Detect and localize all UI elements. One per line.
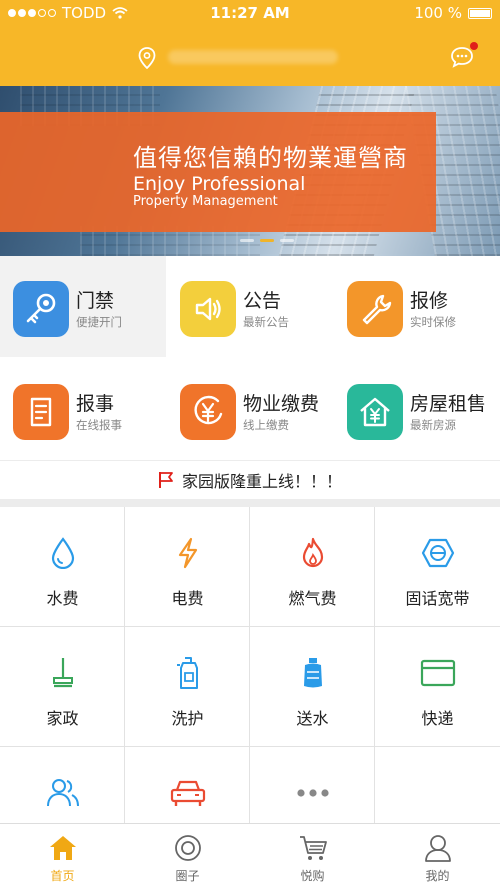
tab-label: 我的 [425, 869, 450, 883]
feature-access-control[interactable]: 门禁 便捷开门 [0, 256, 166, 357]
service-broadband[interactable]: 固话宽带 [375, 507, 500, 627]
card-icon [420, 659, 455, 687]
house-yen-icon [347, 384, 403, 440]
feature-announcement[interactable]: 公告 最新公告 [167, 256, 333, 357]
car-icon [170, 780, 205, 806]
feature-report[interactable]: 报事 在线报事 [0, 359, 166, 460]
service-express[interactable]: 快递 [375, 627, 500, 747]
main-features: 门禁 便捷开门 公告 最新公告 报修 实时保修 报事 在线报事 物业缴费 线上缴… [0, 256, 500, 460]
feature-subtitle: 在线报事 [76, 418, 122, 432]
banner-title-en: Enjoy Professional [133, 173, 306, 195]
service-label: 洗护 [171, 709, 204, 728]
notice-text: 家园版隆重上线！！！ [181, 472, 342, 491]
mop-icon [52, 658, 73, 688]
feature-repair[interactable]: 报修 实时保修 [334, 256, 500, 357]
tab-circle[interactable]: 圈子 [125, 824, 250, 889]
service-label: 快递 [421, 709, 454, 728]
service-label: 电费 [171, 589, 204, 608]
feature-subtitle: 便捷开门 [76, 315, 122, 329]
document-icon [13, 384, 69, 440]
service-water-delivery[interactable]: 送水 [250, 627, 375, 747]
feature-subtitle: 最新房源 [410, 418, 456, 432]
feature-housing[interactable]: 房屋租售 最新房源 [334, 359, 500, 460]
water-drop-icon [51, 537, 74, 569]
battery-icon [468, 7, 492, 19]
feature-title: 物业缴费 [243, 393, 320, 415]
feature-title: 报修 [410, 290, 449, 312]
service-label: 水费 [46, 589, 79, 608]
service-electricity-fee[interactable]: 电费 [125, 507, 250, 627]
feature-subtitle: 线上缴费 [243, 418, 289, 432]
services-grid: 水费 电费 燃气费 固话宽带 家政 洗护 送水 快递 [0, 507, 500, 867]
service-water-fee[interactable]: 水费 [0, 507, 125, 627]
user-icon [424, 835, 451, 862]
status-bar: TODD 11:27 AM 100 % [0, 0, 500, 26]
banner-subtitle-en: Property Management [133, 194, 278, 209]
tab-bar: 首页 圈子 悦购 我的 [0, 823, 500, 889]
message-icon[interactable] [450, 46, 474, 68]
wrench-icon [347, 281, 403, 337]
service-label: 家政 [46, 709, 79, 728]
battery-percent: 100 % [414, 4, 462, 22]
feature-title: 报事 [76, 393, 115, 415]
service-housekeeping[interactable]: 家政 [0, 627, 125, 747]
circle-icon [174, 835, 201, 861]
home-icon [49, 836, 76, 860]
tab-label: 悦购 [300, 869, 325, 883]
flame-icon [302, 537, 323, 568]
tab-shop[interactable]: 悦购 [250, 824, 375, 889]
service-laundry[interactable]: 洗护 [125, 627, 250, 747]
yen-coin-icon [180, 384, 236, 440]
banner-pager[interactable] [240, 239, 294, 242]
key-icon [13, 281, 69, 337]
tab-label: 圈子 [175, 869, 200, 883]
feature-property-fee[interactable]: 物业缴费 线上缴费 [167, 359, 333, 460]
tab-label: 首页 [50, 869, 75, 883]
header-bar: TODD 11:27 AM 100 % [0, 0, 500, 86]
banner-title-cn: 值得您信賴的物業運營商 [133, 144, 408, 172]
feature-title: 公告 [243, 290, 282, 312]
water-jug-icon [303, 658, 322, 688]
feature-title: 门禁 [76, 290, 115, 312]
lightning-icon [178, 537, 197, 569]
battery-group: 100 % [414, 4, 492, 22]
service-gas-fee[interactable]: 燃气费 [250, 507, 375, 627]
notification-badge [470, 42, 478, 50]
service-label: 固话宽带 [405, 589, 470, 608]
service-label: 燃气费 [288, 589, 337, 608]
location-text-blurred[interactable] [168, 50, 338, 64]
flag-icon [158, 472, 173, 488]
tab-me[interactable]: 我的 [375, 824, 500, 889]
service-label: 送水 [296, 709, 329, 728]
people-icon [46, 779, 79, 807]
notice-bar[interactable]: 家园版隆重上线！！！ [0, 461, 500, 499]
feature-title: 房屋租售 [410, 393, 487, 415]
speaker-icon [180, 281, 236, 337]
tab-home[interactable]: 首页 [0, 824, 125, 889]
feature-subtitle: 最新公告 [243, 315, 289, 329]
bottle-icon [176, 657, 198, 689]
location-pin-icon[interactable] [138, 47, 156, 69]
more-dots-icon [296, 789, 329, 797]
promo-banner[interactable]: 值得您信賴的物業運營商 Enjoy Professional Property … [0, 86, 500, 256]
feature-subtitle: 实时保修 [410, 315, 456, 329]
cart-icon [299, 836, 327, 860]
broadband-icon [421, 538, 454, 568]
